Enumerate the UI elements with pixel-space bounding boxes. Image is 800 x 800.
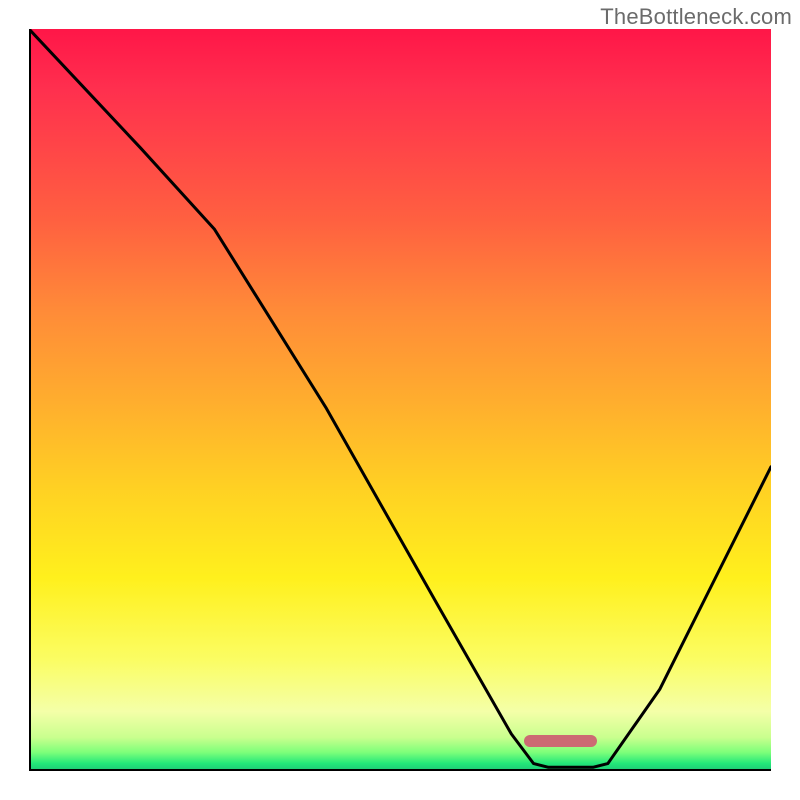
- chart-container: TheBottleneck.com: [0, 0, 800, 800]
- watermark-label: TheBottleneck.com: [600, 4, 792, 30]
- x-axis: [29, 769, 771, 771]
- y-axis: [29, 29, 31, 771]
- curve-path: [29, 29, 771, 767]
- plot-area: [29, 29, 771, 771]
- optimal-marker: [524, 735, 597, 747]
- bottleneck-curve: [29, 29, 771, 771]
